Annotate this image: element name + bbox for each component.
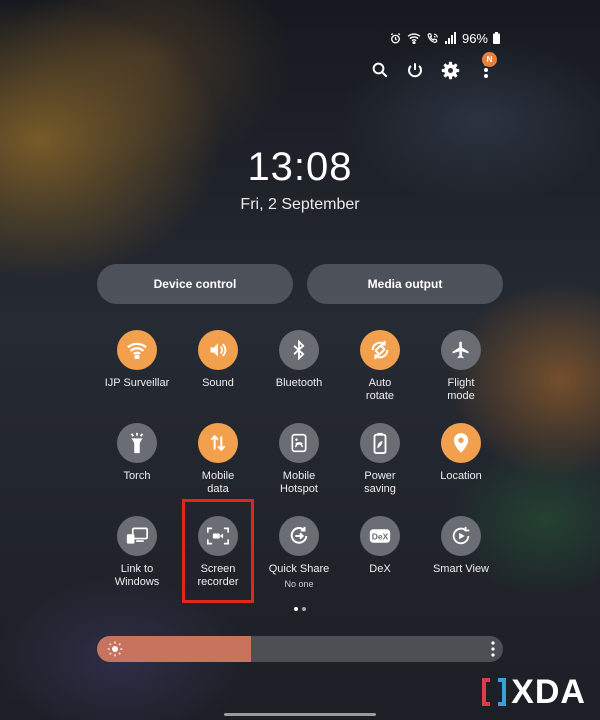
top-actions: N	[366, 52, 506, 82]
sun-icon	[107, 641, 123, 662]
tile-quick-share[interactable]: Quick Share No one	[258, 516, 340, 589]
dex-icon: DeX	[360, 516, 400, 556]
tile-label: Mobile Hotspot	[280, 470, 318, 495]
link-windows-icon	[117, 516, 157, 556]
page-dot-active	[294, 607, 298, 611]
tile-sublabel: No one	[284, 579, 314, 589]
tile-torch[interactable]: Torch	[96, 423, 178, 483]
wifi-icon	[407, 32, 421, 44]
battery-percent: 96%	[461, 30, 488, 46]
wifi-call-icon	[426, 32, 440, 45]
smart-view-icon	[441, 516, 481, 556]
tile-location[interactable]: Location	[420, 423, 502, 483]
torch-icon	[117, 423, 157, 463]
tile-mobile-hotspot[interactable]: Mobile Hotspot	[258, 423, 340, 496]
tile-label: Auto rotate	[365, 377, 395, 402]
screen-recorder-highlight	[182, 499, 254, 603]
bluetooth-icon	[279, 330, 319, 370]
tile-label: Bluetooth	[275, 377, 323, 389]
search-icon[interactable]	[368, 58, 392, 82]
clock-date: Fri, 2 September	[240, 196, 360, 213]
tile-dex[interactable]: DeX DeX	[339, 516, 421, 576]
tile-sound[interactable]: Sound	[177, 330, 259, 390]
tile-label: Flight mode	[447, 377, 475, 402]
tile-smart-view[interactable]: Smart View	[420, 516, 502, 576]
status-bar: 96%	[389, 30, 500, 46]
tile-label: Link to Windows	[114, 563, 160, 588]
tile-label: Power saving	[364, 470, 396, 495]
brightness-more-icon[interactable]	[491, 641, 495, 662]
tile-auto-rotate[interactable]: Auto rotate	[339, 330, 421, 403]
tile-wifi[interactable]: IJP Surveillar	[96, 330, 178, 390]
signal-icon	[444, 32, 457, 44]
tile-bluetooth[interactable]: Bluetooth	[258, 330, 340, 390]
hotspot-icon	[279, 423, 319, 463]
tile-label: DeX	[369, 563, 391, 575]
location-pin-icon	[441, 423, 481, 463]
device-control-button[interactable]: Device control	[97, 264, 293, 304]
tile-label: Location	[440, 470, 482, 482]
tile-label: Smart View	[432, 563, 490, 575]
media-output-button[interactable]: Media output	[307, 264, 503, 304]
tile-label: Torch	[123, 470, 151, 482]
power-icon[interactable]	[403, 58, 427, 82]
page-indicator	[294, 607, 306, 611]
svg-text:DeX: DeX	[372, 531, 389, 541]
clock-time: 13:08	[247, 145, 353, 189]
quick-panel: 96% N 13:08 Fri, 2 September Device cont…	[0, 0, 600, 720]
wifi-icon	[117, 330, 157, 370]
battery-leaf-icon	[360, 423, 400, 463]
speaker-icon	[198, 330, 238, 370]
alarm-icon	[389, 32, 402, 45]
home-indicator	[224, 713, 376, 716]
battery-icon	[493, 32, 500, 44]
tile-label: Sound	[202, 377, 234, 389]
data-arrows-icon	[198, 423, 238, 463]
brightness-slider[interactable]	[97, 636, 503, 662]
tile-power-saving[interactable]: Power saving	[339, 423, 421, 496]
tile-label: Mobile data	[201, 470, 235, 495]
tile-label: Quick Share	[268, 563, 330, 575]
xda-bracket-icon	[482, 678, 507, 706]
rotate-icon	[360, 330, 400, 370]
xda-watermark: XDA	[481, 672, 586, 712]
quick-share-icon	[279, 516, 319, 556]
tile-link-to-windows[interactable]: Link to Windows	[96, 516, 178, 589]
tile-mobile-data[interactable]: Mobile data	[177, 423, 259, 496]
more-icon[interactable]: N	[474, 52, 498, 82]
tile-flight-mode[interactable]: Flight mode	[420, 330, 502, 403]
notification-badge: N	[482, 52, 497, 67]
airplane-icon	[441, 330, 481, 370]
xda-wordmark: XDA	[511, 672, 586, 711]
settings-icon[interactable]	[438, 58, 462, 82]
page-dot	[302, 607, 306, 611]
tile-label: IJP Surveillar	[104, 377, 170, 389]
